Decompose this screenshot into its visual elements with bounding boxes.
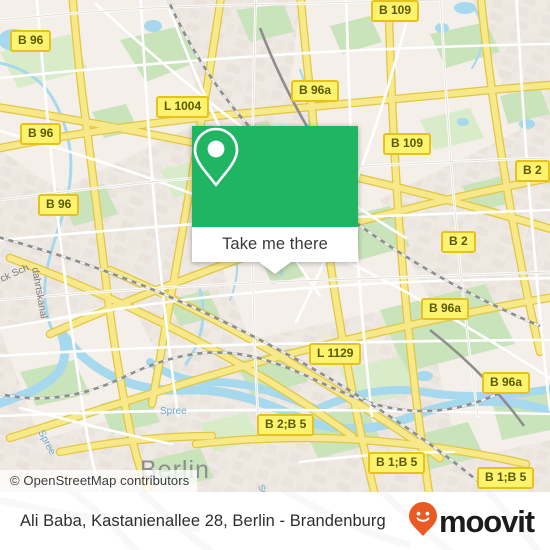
- moovit-wordmark: moovit: [438, 503, 535, 539]
- popup-action[interactable]: Take me there: [192, 227, 358, 262]
- moovit-location-card: Berlin Spree Spree Spree ck Sch dahrtska…: [0, 0, 550, 550]
- road-shield: B 1;B 5: [368, 452, 426, 474]
- road-shield: B 1;B 5: [477, 467, 535, 489]
- map-canvas[interactable]: Berlin Spree Spree Spree ck Sch dahrtska…: [0, 0, 550, 492]
- moovit-pin-icon: [408, 501, 438, 542]
- footer-bar: Ali Baba, Kastanienallee 28, Berlin - Br…: [0, 492, 550, 550]
- svg-text:Spree: Spree: [160, 406, 187, 417]
- moovit-logo[interactable]: moovit: [408, 501, 535, 542]
- road-shield: B 96: [10, 30, 52, 52]
- popup-action-label: Take me there: [222, 235, 328, 253]
- road-shield: B 96a: [291, 80, 340, 102]
- location-popup-card[interactable]: Take me there: [192, 126, 358, 274]
- popup-header: [192, 126, 358, 227]
- road-shield: B 96: [38, 194, 80, 216]
- road-shield: L 1129: [309, 343, 362, 365]
- road-shield: L 1004: [156, 96, 210, 118]
- road-shield: B 96a: [482, 372, 531, 394]
- location-title: Ali Baba, Kastanienallee 28, Berlin - Br…: [20, 511, 386, 530]
- osm-attribution[interactable]: © OpenStreetMap contributors: [0, 470, 198, 492]
- road-shield: B 2: [441, 231, 476, 253]
- road-shield: B 109: [383, 133, 432, 155]
- road-shield: B 109: [371, 0, 420, 22]
- road-shield: B 96a: [421, 298, 470, 320]
- road-shield: B 96: [20, 123, 62, 145]
- popup-tail: [259, 262, 291, 274]
- road-shield: B 2;B 5: [257, 414, 315, 436]
- road-shield: B 2: [515, 160, 550, 182]
